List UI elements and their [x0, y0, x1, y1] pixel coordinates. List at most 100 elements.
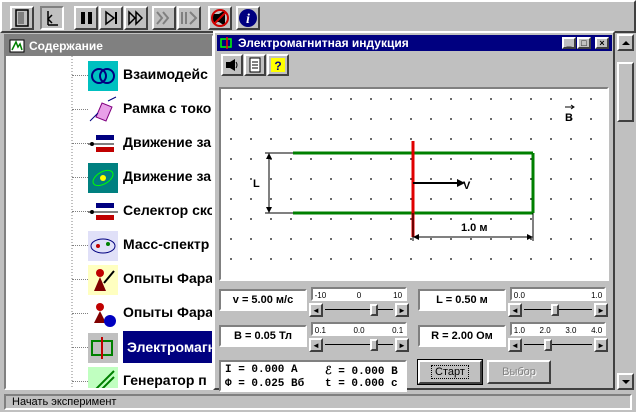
- window-titlebar[interactable]: Электромагнитная индукция _ □ ×: [217, 35, 612, 51]
- induction-field[interactable]: B = 0.05 Тл: [219, 325, 307, 347]
- toc-item[interactable]: Масс-спектр: [6, 229, 212, 261]
- field-dot: [390, 218, 392, 220]
- slider-right-button[interactable]: ►: [395, 303, 409, 317]
- slider-right-button[interactable]: ►: [594, 338, 608, 352]
- toc-item[interactable]: Генератор п: [6, 365, 212, 388]
- close-button[interactable]: ×: [595, 37, 609, 49]
- toc-item[interactable]: Опыты Фара: [6, 263, 212, 295]
- toc-item-selected[interactable]: Электромагн: [6, 331, 212, 363]
- toc-item[interactable]: Рамка с токо: [6, 93, 212, 125]
- dist-label: 1.0 м: [461, 222, 488, 234]
- field-dot: [330, 238, 332, 240]
- vertical-scrollbar[interactable]: [617, 34, 634, 390]
- field-dot: [470, 118, 472, 120]
- maximize-button[interactable]: □: [577, 37, 591, 49]
- field-dot: [550, 198, 552, 200]
- induction-slider[interactable]: 0.1 0.0 0.1 ◄ ►: [309, 321, 409, 355]
- charge-motion-icon: [88, 135, 114, 152]
- maximize-glyph: □: [581, 38, 587, 48]
- window-title: Электромагнитная индукция: [238, 36, 409, 50]
- field-dot: [350, 158, 352, 160]
- field-dot: [550, 98, 552, 100]
- slider-thumb[interactable]: [551, 304, 559, 316]
- field-dot: [410, 98, 412, 100]
- next-frame-icon[interactable]: [152, 6, 176, 30]
- slider-track[interactable]: ◄ ►: [508, 338, 608, 352]
- velocity-slider[interactable]: -10 0 10 ◄ ►: [309, 286, 409, 320]
- field-dot: [310, 178, 312, 180]
- slider-track[interactable]: ◄ ►: [309, 338, 409, 352]
- length-field[interactable]: L = 0.50 м: [418, 289, 506, 311]
- field-dot: [290, 118, 292, 120]
- toc-item[interactable]: Взаимодейс: [6, 59, 212, 91]
- field-dot: [270, 178, 272, 180]
- slider-left-button[interactable]: ◄: [508, 338, 522, 352]
- sound-off-icon[interactable]: [208, 6, 232, 30]
- toc-item[interactable]: Движение за: [6, 127, 212, 159]
- back-icon[interactable]: [40, 6, 64, 30]
- main-toolbar: i: [0, 0, 636, 33]
- start-button[interactable]: Старт: [417, 359, 483, 385]
- slider-left-button[interactable]: ◄: [508, 303, 522, 317]
- simulation-window: Электромагнитная индукция _ □ × ? B V L …: [213, 31, 615, 392]
- field-dot: [530, 258, 532, 260]
- field-dot: [470, 158, 472, 160]
- info-icon[interactable]: i: [236, 6, 260, 30]
- field-dot: [390, 158, 392, 160]
- fast-forward-icon[interactable]: [124, 6, 148, 30]
- slider-thumb[interactable]: [370, 304, 378, 316]
- step-forward-icon[interactable]: [99, 6, 123, 30]
- resistance-slider[interactable]: 1.0 2.0 3.0 4.0 ◄ ►: [508, 321, 608, 355]
- slider-right-button[interactable]: ►: [594, 303, 608, 317]
- step-list-icon[interactable]: [177, 6, 201, 30]
- field-dot: [270, 218, 272, 220]
- orbit-icon: [88, 163, 118, 193]
- field-dot: [310, 158, 312, 160]
- status-bar: Начать эксперимент: [0, 392, 636, 412]
- interaction-icon: [88, 61, 118, 91]
- field-dot: [370, 238, 372, 240]
- field-dot: [270, 98, 272, 100]
- length-slider[interactable]: 0.0 1.0 ◄ ►: [508, 286, 608, 320]
- field-dot: [430, 238, 432, 240]
- toc-item[interactable]: Селектор ско: [6, 195, 214, 227]
- slider-thumb[interactable]: [370, 339, 378, 351]
- field-dot: [350, 118, 352, 120]
- help-icon[interactable]: ?: [267, 54, 289, 76]
- slider-line: [325, 344, 393, 345]
- slider-left-button[interactable]: ◄: [309, 338, 323, 352]
- field-dot: [510, 198, 512, 200]
- speaker-icon[interactable]: [221, 54, 243, 76]
- field-dot: [450, 258, 452, 260]
- slider-thumb[interactable]: [543, 339, 552, 351]
- slider-left-button[interactable]: ◄: [309, 303, 323, 317]
- field-dot: [450, 158, 452, 160]
- scroll-down-button[interactable]: [617, 373, 634, 390]
- scroll-thumb[interactable]: [617, 62, 634, 122]
- l-label: L: [253, 178, 260, 190]
- select-button[interactable]: Выбор: [487, 360, 551, 384]
- document-icon[interactable]: [244, 54, 266, 76]
- field-dot: [370, 98, 372, 100]
- toc-item-label: Опыты Фара: [123, 304, 214, 320]
- scroll-up-button[interactable]: [617, 34, 634, 51]
- contents-header[interactable]: Содержание: [6, 36, 212, 56]
- slider-tick-label: 1.0: [591, 291, 603, 300]
- toc-item[interactable]: Опыты Фара: [6, 297, 214, 329]
- toc-item[interactable]: Движение за: [6, 161, 212, 193]
- slider-track[interactable]: ◄ ►: [309, 303, 409, 317]
- field-dot: [290, 198, 292, 200]
- slider-track[interactable]: ◄ ►: [508, 303, 608, 317]
- contents-panel: Содержание Взаимодейс Рамка с токо Движе…: [4, 34, 214, 390]
- velocity-field[interactable]: v = 5.00 м/с: [219, 289, 307, 311]
- door-icon[interactable]: [10, 6, 34, 30]
- field-dot: [230, 98, 232, 100]
- pause-icon[interactable]: [74, 6, 98, 30]
- minimize-glyph: _: [566, 38, 572, 48]
- close-glyph: ×: [599, 38, 605, 48]
- slider-right-button[interactable]: ►: [395, 338, 409, 352]
- toc-item-label: Селектор ско: [123, 202, 214, 218]
- minimize-button[interactable]: _: [562, 37, 576, 49]
- slider-tick-label: 1.0: [513, 326, 525, 335]
- resistance-field[interactable]: R = 2.00 Ом: [418, 325, 506, 347]
